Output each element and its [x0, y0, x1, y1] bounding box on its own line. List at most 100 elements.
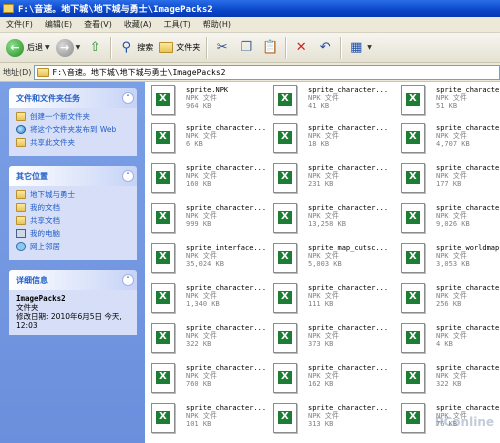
file-info: sprite_character... NPK 文件 18 KB: [308, 124, 388, 148]
menu-file[interactable]: 文件(F): [0, 19, 39, 30]
file-item[interactable]: sprite_character...NPK 文件111 KB: [273, 283, 393, 321]
search-label: 搜索: [137, 43, 154, 52]
tasks-panel-header[interactable]: 文件和文件夹任务 ˄: [9, 88, 137, 108]
file-item[interactable]: sprite_map_cutsc...NPK 文件5,003 KB: [273, 243, 393, 281]
file-item[interactable]: sprite_character...NPK 文件231 KB: [273, 163, 393, 201]
file-info: sprite_character...NPK 文件322 KB: [186, 324, 266, 348]
file-item[interactable]: sprite.NPKNPK 文件964 KB: [151, 85, 271, 123]
place-label: 我的电脑: [30, 229, 60, 238]
file-item[interactable]: sprite_interface...NPK 文件35,024 KB: [151, 243, 271, 281]
npk-file-icon: [151, 403, 175, 433]
file-size: 5,003 KB: [308, 260, 342, 268]
place-my-documents[interactable]: 我的文档: [16, 203, 132, 212]
file-item[interactable]: sprite_character...NPK 文件162 KB: [273, 363, 393, 401]
places-panel: 其它位置 ˄ 地下城与勇士 我的文档 共享文档 我的电脑 网上邻居: [9, 166, 137, 260]
file-info: sprite_character... NPK 文件 373 KB: [308, 324, 388, 348]
file-item[interactable]: sprite_character...NPK 文件160 KB: [151, 163, 271, 201]
menu-edit[interactable]: 编辑(E): [39, 19, 78, 30]
file-item[interactable]: sprite_character...NPK 文件322 KB: [401, 363, 500, 401]
cut-button[interactable]: ✂: [210, 36, 234, 60]
back-label: 后退: [27, 43, 43, 52]
forward-button[interactable]: → ▼: [53, 36, 84, 60]
undo-button[interactable]: ↶: [313, 36, 337, 60]
details-type: 文件夹: [16, 303, 39, 312]
file-item[interactable]: sprite_character...NPK 文件6 KB: [151, 123, 271, 161]
file-info: sprite.NPK NPK 文件 964 KB: [186, 86, 228, 110]
file-info: sprite_character... NPK 文件 162 KB: [308, 364, 388, 388]
npk-file-icon: [273, 403, 297, 433]
place-dnf-folder[interactable]: 地下城与勇士: [16, 190, 132, 199]
file-type: NPK 文件: [186, 212, 217, 220]
copy-icon: ❐: [240, 40, 253, 55]
delete-x-icon: ✕: [295, 40, 307, 55]
address-input[interactable]: F:\音速。地下城\地下城与勇士\ImagePacks2: [34, 65, 500, 80]
file-item[interactable]: sprite_character...NPK 文件177 KB: [401, 163, 500, 201]
file-item[interactable]: sprite_character...NPK 文件373 KB: [273, 323, 393, 361]
folders-icon: [159, 42, 174, 53]
task-publish-web[interactable]: 将这个文件夹发布到 Web: [16, 125, 132, 134]
details-panel-header[interactable]: 详细信息 ˄: [9, 270, 137, 290]
npk-file-icon: [401, 283, 425, 313]
task-share-folder[interactable]: 共享此文件夹: [16, 138, 132, 147]
file-info: sprite_character... NPK 文件 101 KB: [186, 404, 266, 428]
file-type: NPK 文件: [308, 132, 339, 140]
file-item[interactable]: sprite_character...NPK 文件760 KB: [151, 363, 271, 401]
file-item[interactable]: sprite_worldmap...NPK 文件3,053 KB: [401, 243, 500, 281]
file-item[interactable]: sprite_character...NPK 文件256 KB: [401, 283, 500, 321]
file-item[interactable]: sprite_character...NPK 文件999 KB: [151, 203, 271, 241]
file-size: 4,707 KB: [436, 140, 470, 148]
file-item[interactable]: sprite_character...NPK 文件41 KB: [273, 85, 393, 123]
file-item[interactable]: sprite_character...NPK 文件13,258 KB: [273, 203, 393, 241]
menu-view[interactable]: 查看(V): [78, 19, 118, 30]
npk-file-icon: [401, 323, 425, 353]
file-item[interactable]: sprite_character...NPK 文件322 KB: [151, 323, 271, 361]
file-item[interactable]: sprite_character...NPK 文件4 KB: [401, 323, 500, 361]
file-item[interactable]: sprite_character...NPK 文件18 KB: [273, 123, 393, 161]
file-item[interactable]: sprite_character...NPK 文件9,026 KB: [401, 203, 500, 241]
menu-tools[interactable]: 工具(T): [158, 19, 197, 30]
views-button[interactable]: ▦ ▼: [344, 36, 375, 60]
place-shared-documents[interactable]: 共享文档: [16, 216, 132, 225]
title-bar: F:\音速。地下城\地下城与勇士\ImagePacks2: [0, 0, 500, 17]
file-item[interactable]: sprite_character...NPK 文件1,340 KB: [151, 283, 271, 321]
npk-file-icon: [273, 123, 297, 153]
up-folder-button[interactable]: ⇧: [83, 36, 107, 60]
paste-button[interactable]: 📋: [258, 36, 282, 60]
watermark: PConline: [434, 415, 494, 429]
chevron-up-icon[interactable]: ˄: [122, 274, 134, 286]
place-my-computer[interactable]: 我的电脑: [16, 229, 132, 238]
address-bar: 地址(D) F:\音速。地下城\地下城与勇士\ImagePacks2: [0, 64, 500, 82]
window-title: F:\音速。地下城\地下城与勇士\ImagePacks2: [18, 5, 213, 15]
file-item[interactable]: sprite_character...NPK 文件51 KB: [401, 85, 500, 123]
menu-favorites[interactable]: 收藏(A): [118, 19, 158, 30]
file-size: 101 KB: [186, 420, 212, 428]
delete-button[interactable]: ✕: [289, 36, 313, 60]
task-new-folder[interactable]: 创建一个新文件夹: [16, 112, 132, 121]
place-network[interactable]: 网上邻居: [16, 242, 132, 251]
computer-icon: [16, 229, 26, 238]
search-button[interactable]: ⚲ 搜索: [114, 36, 156, 60]
file-item[interactable]: sprite_character...NPK 文件313 KB: [273, 403, 393, 441]
chevron-up-icon[interactable]: ˄: [122, 170, 134, 182]
folder-icon: [16, 190, 26, 199]
file-size: 177 KB: [436, 180, 462, 188]
back-button[interactable]: ← 后退 ▼: [3, 36, 53, 60]
task-label: 共享此文件夹: [30, 138, 75, 147]
npk-file-icon: [401, 203, 425, 233]
tasks-panel: 文件和文件夹任务 ˄ 创建一个新文件夹 将这个文件夹发布到 Web 共享此文件夹: [9, 88, 137, 156]
chevron-down-icon: ▼: [45, 44, 50, 51]
copy-button[interactable]: ❐: [234, 36, 258, 60]
menu-help[interactable]: 帮助(H): [197, 19, 237, 30]
file-name: sprite_interface...: [186, 244, 267, 252]
file-item[interactable]: sprite_character...NPK 文件4,707 KB: [401, 123, 500, 161]
places-panel-header[interactable]: 其它位置 ˄: [9, 166, 137, 186]
file-type: NPK 文件: [436, 252, 467, 260]
file-info: sprite_character...NPK 文件4,707 KB: [436, 124, 500, 148]
forward-arrow-icon: →: [55, 38, 74, 57]
folders-button[interactable]: 文件夹: [156, 36, 203, 60]
file-info: sprite_character...NPK 文件4 KB: [436, 324, 500, 348]
place-label: 我的文档: [30, 203, 60, 212]
chevron-up-icon[interactable]: ˄: [122, 92, 134, 104]
file-item[interactable]: sprite_character...NPK 文件101 KB: [151, 403, 271, 441]
file-type: NPK 文件: [436, 172, 467, 180]
